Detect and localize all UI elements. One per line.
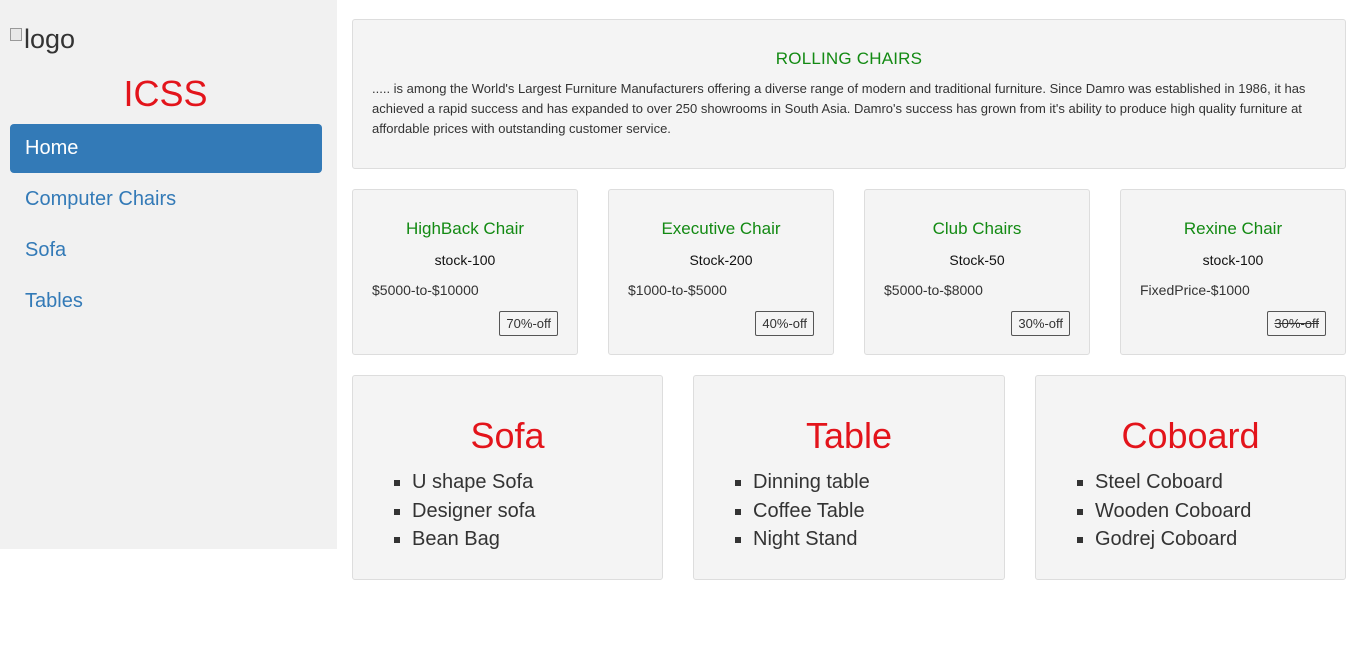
brand-title: ICSS xyxy=(123,73,208,114)
category-panel-sofa: Sofa U shape Sofa Designer sofa Bean Bag xyxy=(352,375,663,580)
list-item: Night Stand xyxy=(753,525,870,554)
sidebar-item-computer-chairs[interactable]: Computer Chairs xyxy=(10,175,322,224)
product-title: Executive Chair xyxy=(661,219,781,238)
product-stock: stock-100 xyxy=(1202,252,1264,268)
category-panel-coboard: Coboard Steel Coboard Wooden Coboard God… xyxy=(1035,375,1346,580)
product-price: $5000-to-$8000 xyxy=(884,282,983,298)
broken-image-icon xyxy=(10,28,22,41)
product-card: HighBack Chair stock-100 $5000-to-$10000… xyxy=(352,189,578,355)
discount-button[interactable]: 30%-off xyxy=(1011,311,1070,336)
sidebar-item-home[interactable]: Home xyxy=(10,124,322,173)
list-item: Coffee Table xyxy=(753,497,870,526)
sidebar: logo ICSS Home Computer Chairs Sofa Tabl… xyxy=(0,0,337,549)
product-stock: Stock-200 xyxy=(689,252,753,268)
intro-title: ROLLING CHAIRS xyxy=(775,49,923,68)
list-item: Wooden Coboard xyxy=(1095,497,1251,526)
intro-text: ..... is among the World's Largest Furni… xyxy=(372,81,1306,136)
discount-button[interactable]: 30%-off xyxy=(1267,311,1326,336)
category-title: Coboard xyxy=(1121,415,1260,456)
category-title: Sofa xyxy=(470,415,545,456)
product-stock: Stock-50 xyxy=(949,252,1005,268)
category-list: Steel Coboard Wooden Coboard Godrej Cobo… xyxy=(1095,468,1251,554)
list-item: U shape Sofa xyxy=(412,468,535,497)
sidebar-item-sofa[interactable]: Sofa xyxy=(10,226,322,275)
logo-image[interactable]: logo xyxy=(10,24,75,55)
list-item: Godrej Coboard xyxy=(1095,525,1251,554)
product-price: $5000-to-$10000 xyxy=(372,282,479,298)
intro-panel: ROLLING CHAIRS ..... is among the World'… xyxy=(352,19,1346,169)
product-price: $1000-to-$5000 xyxy=(628,282,727,298)
discount-button[interactable]: 40%-off xyxy=(755,311,814,336)
product-stock: stock-100 xyxy=(434,252,496,268)
discount-button[interactable]: 70%-off xyxy=(499,311,558,336)
product-card: Rexine Chair stock-100 FixedPrice-$1000 … xyxy=(1120,189,1346,355)
sidebar-item-tables[interactable]: Tables xyxy=(10,277,322,326)
list-item: Bean Bag xyxy=(412,525,535,554)
product-title: HighBack Chair xyxy=(405,219,525,238)
category-title: Table xyxy=(805,415,893,456)
product-card: Executive Chair Stock-200 $1000-to-$5000… xyxy=(608,189,834,355)
product-title: Rexine Chair xyxy=(1183,219,1283,238)
category-panel-table: Table Dinning table Coffee Table Night S… xyxy=(693,375,1005,580)
category-list: Dinning table Coffee Table Night Stand xyxy=(753,468,870,554)
logo-alt-text: logo xyxy=(24,24,76,54)
list-item: Dinning table xyxy=(753,468,870,497)
list-item: Steel Coboard xyxy=(1095,468,1251,497)
sidebar-nav: Home Computer Chairs Sofa Tables xyxy=(10,124,322,328)
product-title: Club Chairs xyxy=(932,219,1022,238)
product-card: Club Chairs Stock-50 $5000-to-$8000 30%-… xyxy=(864,189,1090,355)
product-price: FixedPrice-$1000 xyxy=(1140,282,1250,298)
category-list: U shape Sofa Designer sofa Bean Bag xyxy=(412,468,535,554)
list-item: Designer sofa xyxy=(412,497,535,526)
